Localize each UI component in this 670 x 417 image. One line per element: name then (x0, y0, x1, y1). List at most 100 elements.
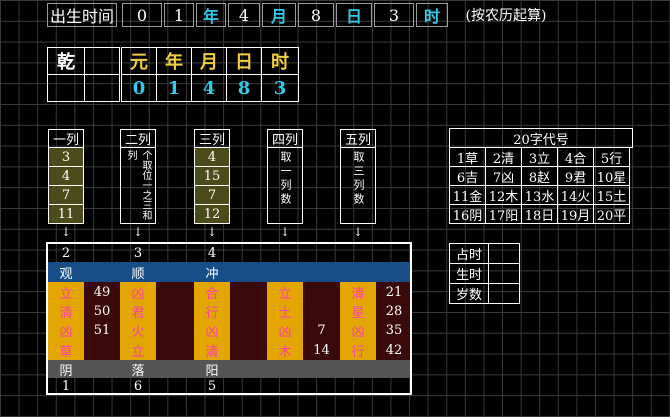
code-item: 15土 (593, 185, 630, 205)
code-item: 12木 (485, 185, 522, 205)
col3-title: 三列 (194, 129, 230, 148)
result-top: 3 (133, 245, 143, 261)
col1-item: 3 (48, 147, 84, 167)
cell-r2-c: 君 (131, 306, 145, 321)
code-item: 6吉 (449, 166, 486, 186)
cell-r4-f: 14 (313, 342, 330, 358)
down-arrow-icon: ↓ (60, 225, 72, 239)
cell-r2-e: 土 (278, 306, 292, 321)
result-guan: 冲 (205, 266, 219, 282)
cell-r1-b: 49 (93, 285, 111, 300)
down-arrow-icon: ↓ (279, 225, 291, 239)
gua-blank (84, 47, 120, 75)
code-item: 2清 (485, 147, 522, 167)
code-item: 10星 (593, 166, 630, 186)
col3-item: 7 (194, 185, 230, 205)
cell-r1-e: 立 (278, 287, 292, 302)
code-item: 8赵 (521, 166, 558, 186)
col5-title: 五列 (340, 129, 376, 148)
code-item: 5行 (593, 147, 630, 167)
code-item: 20平 (593, 204, 630, 224)
ri-label: 日 (226, 47, 262, 75)
result-top: 4 (207, 245, 217, 261)
col1-title: 一列 (48, 129, 84, 148)
col1-item: 7 (48, 185, 84, 205)
lunar-note: (按农历起算) (465, 8, 547, 24)
code-item: 1草 (449, 147, 486, 167)
birth-year-units[interactable]: 1 (164, 3, 194, 27)
result-yin: 阴 (59, 363, 73, 379)
cell-r4-e: 木 (278, 344, 292, 360)
code-item: 18日 (521, 204, 558, 224)
col5-desc: 取三列数 (340, 147, 376, 224)
cell-r3-h: 35 (385, 323, 403, 338)
side-label-suishu: 岁数 (449, 283, 489, 304)
down-arrow-icon: ↓ (132, 225, 144, 239)
cell-r2-g: 星 (351, 306, 365, 321)
cell-r1-a: 立 (59, 287, 73, 302)
result-top: 2 (61, 245, 71, 261)
cell-r4-g: 行 (351, 344, 365, 360)
code-item: 16阴 (449, 204, 486, 224)
col3-item: 15 (194, 166, 230, 186)
side-label-shengshi: 生时 (449, 263, 489, 284)
shi-label: 时 (261, 47, 299, 75)
col3-item: 4 (194, 147, 230, 167)
gua-blank-2 (47, 74, 85, 102)
cell-r3-d: 凶 (205, 325, 219, 340)
birth-time-label: 出生时间 (47, 3, 117, 27)
code-item: 11金 (449, 185, 486, 205)
code-item: 7凶 (485, 166, 522, 186)
side-value-shengshi[interactable] (488, 263, 520, 284)
cell-r2-b: 50 (93, 304, 111, 319)
cell-r4-c: 立 (131, 344, 145, 360)
cell-r3-a: 凶 (59, 325, 73, 340)
yue-value: 4 (191, 74, 227, 102)
hour-label: 时 (416, 3, 448, 27)
result-bottom: 1 (61, 378, 71, 394)
cell-r1-h: 21 (385, 285, 403, 300)
cell-r3-f: 7 (317, 323, 326, 338)
birth-month[interactable]: 4 (228, 3, 260, 27)
result-yin: 阳 (205, 363, 219, 379)
col3-item: 12 (194, 204, 230, 224)
side-value-zhanshi[interactable] (488, 243, 520, 264)
code-item: 17阳 (485, 204, 522, 224)
col2-title: 二列 (120, 129, 156, 148)
result-bottom: 6 (133, 378, 143, 394)
col5-desc-text: 取三列数 (352, 150, 365, 207)
month-label: 月 (262, 3, 296, 27)
cell-r1-g: 清 (351, 287, 365, 302)
yue-label: 月 (191, 47, 227, 75)
birth-year-tens[interactable]: 0 (122, 3, 162, 27)
codes-title: 20字代号 (449, 128, 633, 148)
col1-item: 4 (48, 166, 84, 186)
cell-r1-c: 凶 (131, 287, 145, 302)
result-bottom: 5 (207, 378, 217, 394)
ri-value: 8 (226, 74, 262, 102)
code-item: 9君 (557, 166, 594, 186)
birth-hour[interactable]: 3 (374, 3, 414, 27)
cell-r4-h: 42 (385, 342, 403, 358)
cell-r4-d: 清 (205, 344, 219, 360)
code-item: 19月 (557, 204, 594, 224)
result-guan: 顺 (131, 266, 145, 282)
year-label: 年 (196, 3, 226, 27)
side-value-suishu[interactable] (488, 283, 520, 304)
col4-desc: 取一列数 (267, 147, 303, 224)
result-guan: 观 (59, 266, 73, 282)
cell-r3-b: 51 (93, 323, 111, 338)
down-arrow-icon: ↓ (206, 225, 218, 239)
cell-r2-a: 清 (59, 306, 73, 321)
day-label: 日 (336, 3, 372, 27)
col4-title: 四列 (267, 129, 303, 148)
gua-blank-3 (84, 74, 120, 102)
down-arrow-icon: ↓ (352, 225, 364, 239)
side-label-zhanshi: 占时 (449, 243, 489, 264)
gua-name: 乾 (47, 47, 85, 75)
code-item: 13水 (521, 185, 558, 205)
cell-r4-a: 草 (59, 344, 73, 360)
yuan-label: 元 (121, 47, 157, 75)
cell-r2-d: 行 (205, 306, 219, 321)
birth-day[interactable]: 8 (298, 3, 334, 27)
